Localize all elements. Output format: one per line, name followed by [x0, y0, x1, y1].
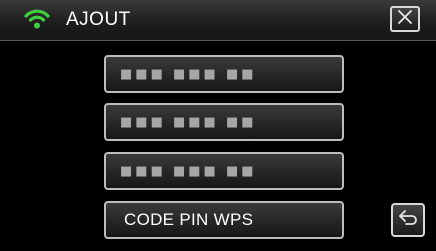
menu-item-label: ■■■ ■■■ ■■ [120, 163, 257, 179]
wifi-icon [24, 8, 50, 30]
wps-pin-code-button[interactable]: CODE PIN WPS [104, 201, 344, 239]
menu-item-2[interactable]: ■■■ ■■■ ■■ [104, 103, 344, 141]
page-title: AJOUT [66, 9, 131, 30]
back-button[interactable] [391, 203, 425, 237]
menu-item-3[interactable]: ■■■ ■■■ ■■ [104, 152, 344, 190]
return-icon [398, 209, 418, 232]
menu-item-label: CODE PIN WPS [124, 210, 254, 229]
menu-item-label: ■■■ ■■■ ■■ [120, 114, 257, 130]
close-icon [397, 9, 413, 29]
menu-item-1[interactable]: ■■■ ■■■ ■■ [104, 55, 344, 93]
close-button[interactable] [390, 6, 420, 32]
menu-item-label: ■■■ ■■■ ■■ [120, 66, 257, 82]
header-bar: AJOUT [0, 0, 436, 41]
